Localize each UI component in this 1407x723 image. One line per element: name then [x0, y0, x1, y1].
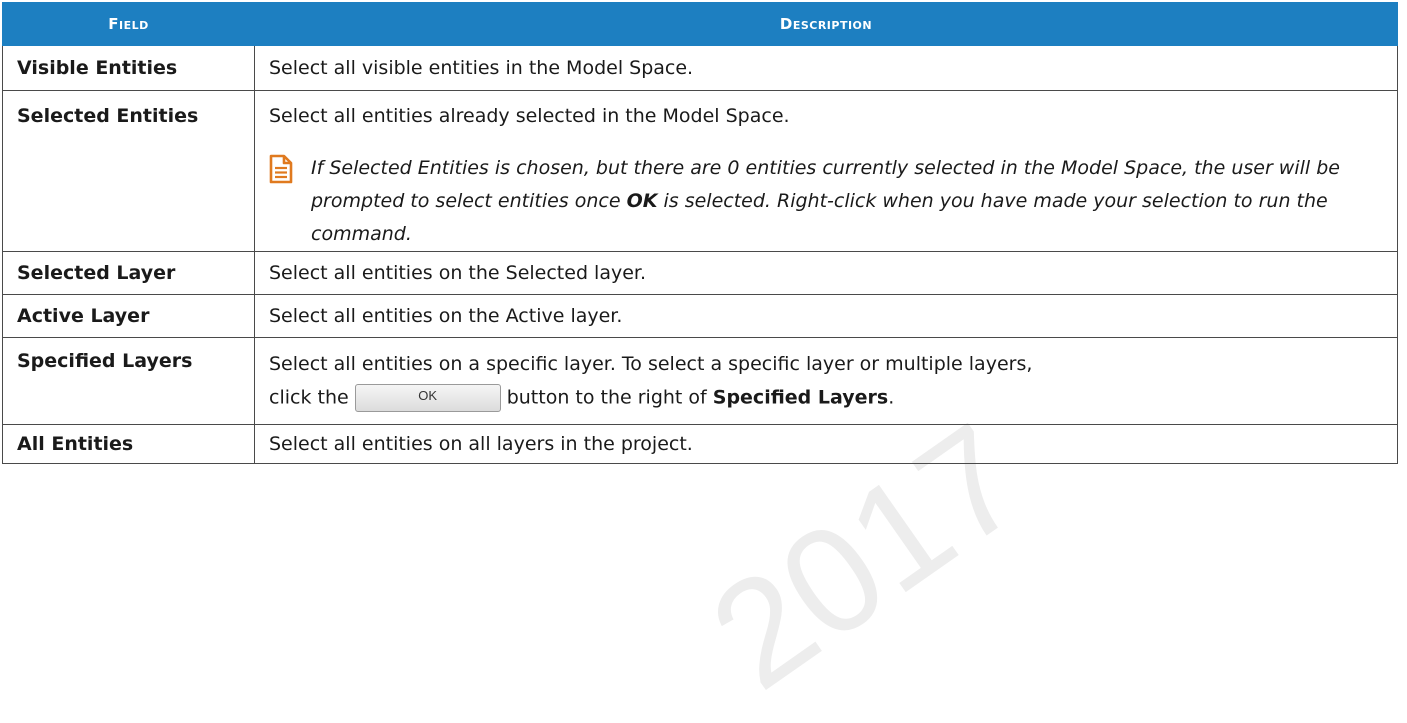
desc-visible-entities: Select all visible entities in the Model… [254, 45, 1398, 91]
table-row: Selected Entities Select all entities al… [2, 90, 1398, 252]
note-text-bold: OK [626, 190, 658, 212]
table-row: Active Layer Select all entities on the … [2, 294, 1398, 338]
note-text: If Selected Entities is chosen, but ther… [311, 152, 1383, 251]
line2-after: button to the right of [506, 386, 713, 408]
desc-specified-layers-line1: Select all entities on a specific layer.… [269, 352, 1033, 375]
document-note-icon [269, 152, 311, 251]
table-row: Specified Layers Select all entities on … [2, 337, 1398, 425]
field-all-entities: All Entities [2, 424, 255, 464]
note-block: If Selected Entities is chosen, but ther… [269, 152, 1383, 251]
desc-selected-layer: Select all entities on the Selected laye… [254, 251, 1398, 295]
desc-all-entities: Select all entities on all layers in the… [254, 424, 1398, 464]
line2-before: click the [269, 386, 349, 408]
table-row: All Entities Select all entities on all … [2, 424, 1398, 464]
desc-specified-layers-line2: click the OK button to the right of Specif… [269, 383, 1383, 412]
table-row: Selected Layer Select all entities on th… [2, 251, 1398, 295]
field-active-layer: Active Layer [2, 294, 255, 338]
header-description: Description [254, 2, 1398, 46]
fields-table: Field Description Visible Entities Selec… [2, 2, 1398, 464]
table-header-row: Field Description [2, 2, 1398, 46]
field-selected-layer: Selected Layer [2, 251, 255, 295]
field-selected-entities: Selected Entities [2, 90, 255, 252]
header-field: Field [2, 2, 255, 46]
desc-active-layer: Select all entities on the Active layer. [254, 294, 1398, 338]
desc-selected-entities: Select all entities already selected in … [254, 90, 1398, 252]
line2-bold: Specified Layers [712, 386, 889, 408]
ok-button[interactable]: OK [354, 383, 501, 412]
table-row: Visible Entities Select all visible enti… [2, 45, 1398, 91]
line2-end: . [888, 386, 895, 408]
desc-specified-layers: Select all entities on a specific layer.… [254, 337, 1398, 425]
desc-selected-entities-text: Select all entities already selected in … [269, 105, 790, 127]
field-specified-layers: Specified Layers [2, 337, 255, 425]
field-visible-entities: Visible Entities [2, 45, 255, 91]
